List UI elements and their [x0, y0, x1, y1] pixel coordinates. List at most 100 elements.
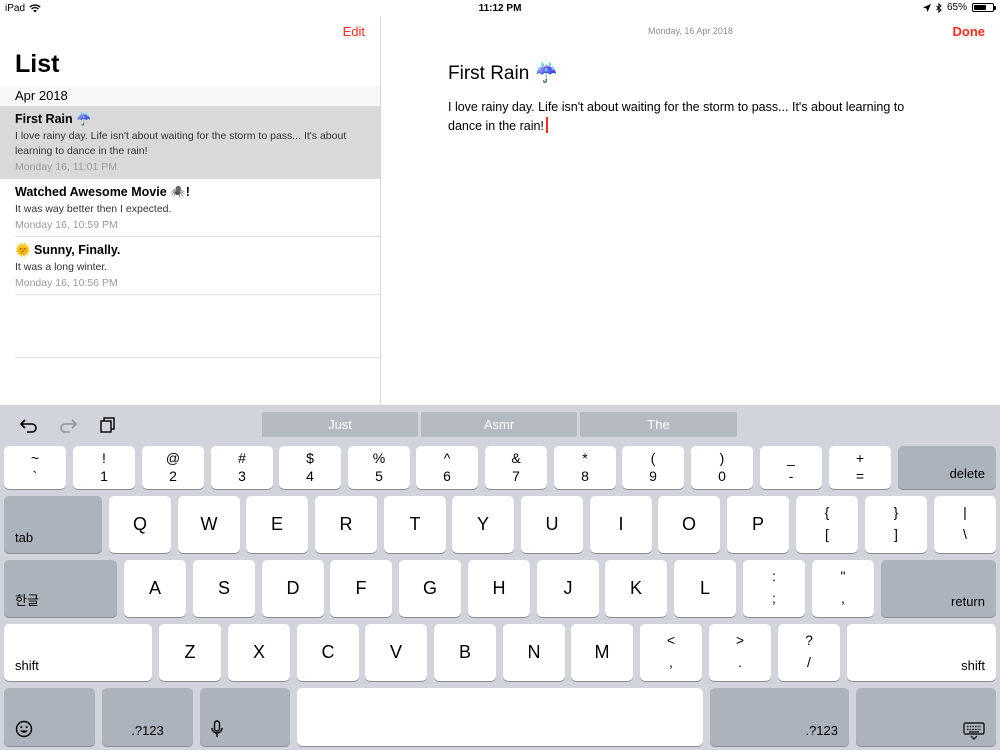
key-top-symbol: } — [893, 504, 899, 520]
key-4[interactable]: $4 — [279, 446, 341, 489]
key-1[interactable]: ! 1 — [73, 446, 135, 489]
key-w[interactable]: W — [178, 496, 240, 553]
note-preview: I love rainy day. Life isn't about waiti… — [15, 130, 347, 157]
note-detail-title[interactable]: First Rain ☔ — [448, 61, 558, 85]
key-bottom-symbol: , — [669, 654, 673, 670]
key-comma[interactable]: <, — [640, 624, 702, 681]
key-equals[interactable]: + = — [829, 446, 891, 489]
note-item[interactable]: First Rain ☔ I love rainy day. Life isn'… — [0, 106, 380, 179]
emoji-key[interactable] — [4, 688, 95, 746]
bluetooth-icon — [936, 2, 942, 13]
key-9[interactable]: (9 — [622, 446, 684, 489]
status-bar: iPad 11:12 PM 65% — [0, 0, 1000, 16]
key-bracket-right[interactable]: }] — [865, 496, 927, 553]
key-c[interactable]: C — [297, 624, 359, 681]
key-o[interactable]: O — [658, 496, 720, 553]
shift-key-left[interactable]: shift — [4, 624, 152, 681]
key-letter: N — [527, 642, 541, 662]
space-bar[interactable] — [297, 688, 703, 746]
note-list: First Rain ☔ I love rainy day. Life isn'… — [0, 106, 380, 295]
key-backtick[interactable]: ~ ` — [4, 446, 66, 489]
key-bottom-symbol: ; — [772, 590, 776, 606]
suggestion-item[interactable]: Asmr — [421, 412, 577, 437]
note-preview: It was way better then I expected. — [15, 203, 172, 215]
suggestion-item[interactable]: The — [580, 412, 737, 437]
key-label: 한글 — [15, 593, 39, 608]
key-h[interactable]: H — [468, 560, 530, 617]
shift-key-right[interactable]: shift — [847, 624, 996, 681]
key-quote[interactable]: ", — [812, 560, 874, 617]
key-bottom-symbol: 9 — [649, 468, 657, 484]
key-i[interactable]: I — [590, 496, 652, 553]
key-bottom-symbol: = — [855, 468, 865, 484]
key-s[interactable]: S — [193, 560, 255, 617]
redo-icon[interactable] — [58, 417, 78, 433]
key-minus[interactable]: _ - — [760, 446, 822, 489]
key-u[interactable]: U — [521, 496, 583, 553]
key-8[interactable]: * 8 — [554, 446, 616, 489]
dismiss-keyboard-key[interactable] — [856, 688, 996, 746]
key-r[interactable]: R — [315, 496, 377, 553]
key-f[interactable]: F — [330, 560, 392, 617]
key-j[interactable]: J — [537, 560, 599, 617]
battery-fill — [974, 5, 986, 10]
key-p[interactable]: P — [727, 496, 789, 553]
key-bottom-symbol: 7 — [512, 468, 520, 484]
key-top-symbol: { — [824, 504, 830, 520]
key-top-symbol: _ — [787, 450, 795, 466]
numbers-key-left[interactable]: .?123 — [102, 688, 193, 746]
key-x[interactable]: X — [228, 624, 290, 681]
key-semicolon[interactable]: :; — [743, 560, 805, 617]
key-letter: E — [270, 514, 283, 534]
key-m[interactable]: M — [571, 624, 633, 681]
note-title: 🌞 Sunny, Finally. — [15, 243, 121, 257]
key-top-symbol: > — [735, 632, 745, 648]
key-b[interactable]: B — [434, 624, 496, 681]
key-letter: C — [321, 642, 335, 662]
suggestion-item[interactable]: Just — [262, 412, 418, 437]
key-7[interactable]: & 7 — [485, 446, 547, 489]
key-6[interactable]: ^ 6 — [416, 446, 478, 489]
key-bottom-symbol: 5 — [375, 468, 383, 484]
language-key[interactable]: 한글 — [4, 560, 117, 617]
tab-key[interactable]: tab — [4, 496, 102, 553]
done-button[interactable]: Done — [953, 24, 986, 39]
key-letter: A — [148, 578, 161, 598]
note-item[interactable]: 🌞 Sunny, Finally. It was a long winter. … — [0, 237, 380, 295]
key-g[interactable]: G — [399, 560, 461, 617]
numbers-key-right[interactable]: .?123 — [710, 688, 849, 746]
key-0[interactable]: ) 0 — [691, 446, 753, 489]
undo-icon[interactable] — [19, 417, 39, 433]
key-y[interactable]: Y — [452, 496, 514, 553]
paste-icon[interactable] — [98, 417, 118, 433]
key-v[interactable]: V — [365, 624, 427, 681]
note-item[interactable]: Watched Awesome Movie 🕷️! It was way bet… — [0, 179, 380, 237]
key-3[interactable]: #3 — [211, 446, 273, 489]
onscreen-keyboard: Just Asmr The ~ ` ! 1 @2 #3 $4 % 5 ^ 6 & 7 * 8… — [0, 405, 1000, 750]
key-z[interactable]: Z — [159, 624, 221, 681]
notes-sidebar: Edit List Apr 2018 First Rain ☔ I love r… — [0, 16, 381, 405]
key-e[interactable]: E — [246, 496, 308, 553]
delete-key[interactable]: delete — [898, 446, 996, 489]
list-title: List — [15, 50, 60, 78]
key-backslash[interactable]: | \ — [934, 496, 996, 553]
key-2[interactable]: @2 — [142, 446, 204, 489]
key-period[interactable]: >. — [709, 624, 771, 681]
key-slash[interactable]: ? / — [778, 624, 840, 681]
dictation-key[interactable] — [200, 688, 290, 746]
key-top-symbol: % — [372, 450, 386, 466]
key-n[interactable]: N — [503, 624, 565, 681]
key-letter: K — [629, 578, 642, 598]
key-top-symbol: ? — [805, 632, 813, 648]
key-5[interactable]: % 5 — [348, 446, 410, 489]
key-bracket-left[interactable]: {[ — [796, 496, 858, 553]
key-q[interactable]: Q — [109, 496, 171, 553]
key-l[interactable]: L — [674, 560, 736, 617]
key-a[interactable]: A — [124, 560, 186, 617]
key-d[interactable]: D — [262, 560, 324, 617]
key-k[interactable]: K — [605, 560, 667, 617]
key-t[interactable]: T — [384, 496, 446, 553]
edit-button[interactable]: Edit — [343, 24, 365, 39]
note-editor[interactable]: I love rainy day. Life isn't about waiti… — [448, 98, 928, 136]
return-key[interactable]: return — [881, 560, 996, 617]
